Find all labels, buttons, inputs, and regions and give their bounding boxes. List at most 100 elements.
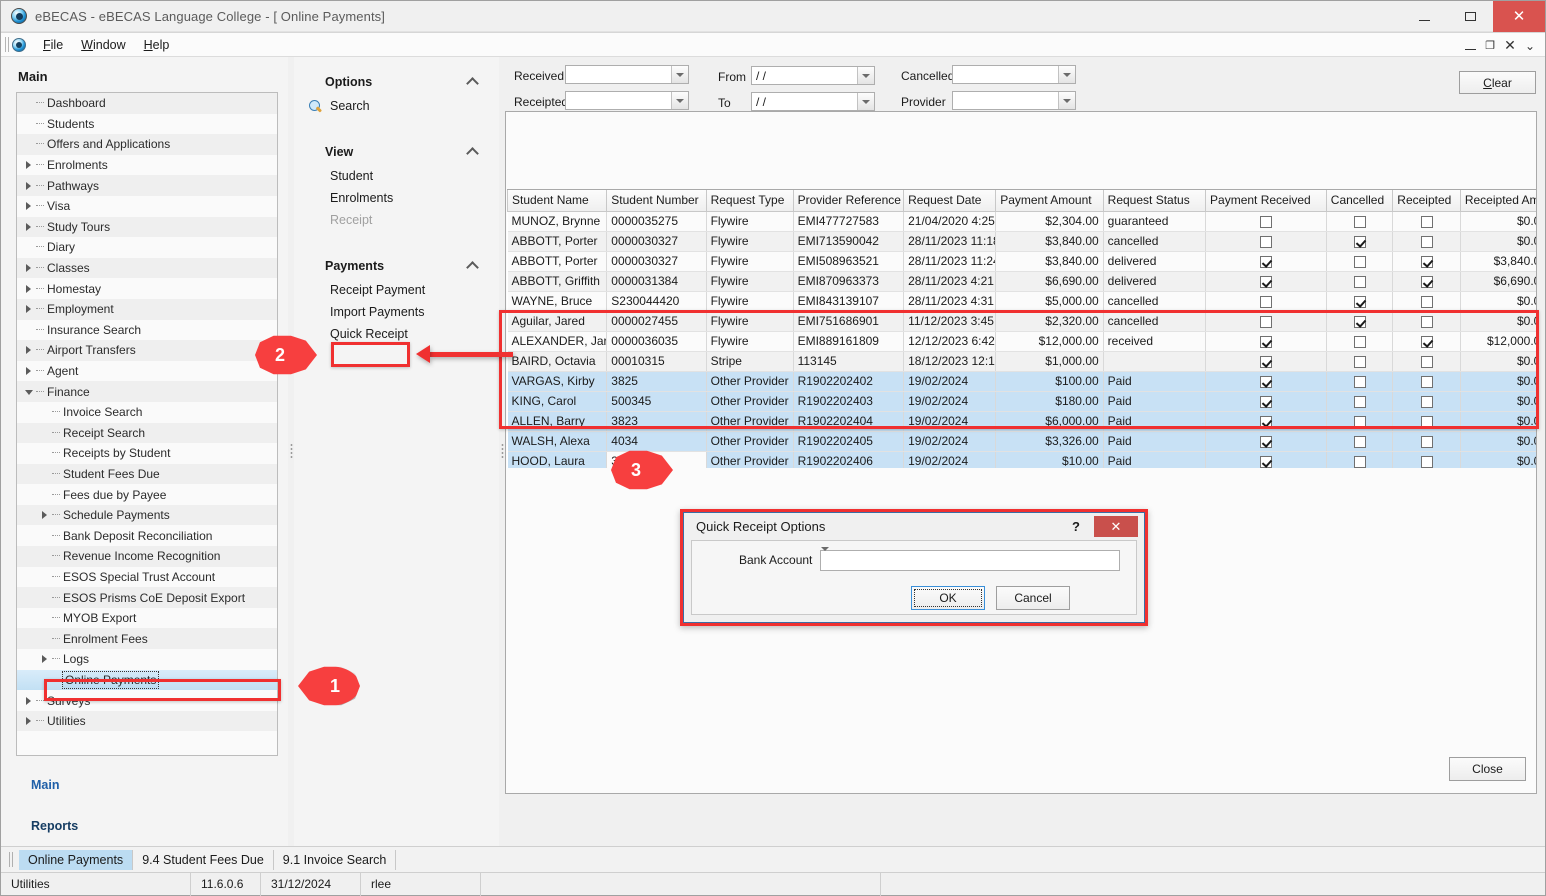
expand-arrow-icon[interactable] [23, 304, 34, 315]
option-link-quick-receipt[interactable]: Quick Receipt [294, 323, 499, 345]
payments-grid[interactable]: Student NameStudent NumberRequest TypePr… [507, 190, 1536, 468]
window-tab-9-1-invoice-search[interactable]: 9.1 Invoice Search [274, 850, 397, 870]
grid-cell-receipted[interactable] [1393, 351, 1461, 371]
grid-column-header[interactable]: Student Number [607, 190, 706, 211]
grid-cell-receipted[interactable] [1393, 311, 1461, 331]
grid-cell-cancelled[interactable] [1326, 291, 1393, 311]
nav-item-finance[interactable]: Finance [17, 381, 277, 402]
receipted-checkbox[interactable] [1421, 356, 1433, 368]
grid-cell-date[interactable]: 19/02/2024 [904, 391, 996, 411]
receipted-checkbox[interactable] [1421, 336, 1433, 348]
grid-cell-receipted[interactable] [1393, 431, 1461, 451]
nav-item-revenue-income-recognition[interactable]: Revenue Income Recognition [17, 546, 277, 567]
tab-strip-grip[interactable] [9, 852, 13, 867]
grid-cell-number[interactable]: 4034 [607, 431, 706, 451]
grid-cell-date[interactable]: 19/02/2024 [904, 451, 996, 468]
grid-cell-number[interactable]: 0000030327 [607, 231, 706, 251]
grid-cell-number[interactable]: 0000031384 [607, 271, 706, 291]
cancelled-combo[interactable] [952, 65, 1076, 84]
grid-cell-date[interactable]: 28/11/2023 4:31: [904, 291, 996, 311]
grid-cell-cancelled[interactable] [1326, 431, 1393, 451]
minimize-button[interactable] [1401, 1, 1447, 32]
grid-cell-amount[interactable]: $6,000.00 [996, 411, 1103, 431]
nav-item-homestay[interactable]: Homestay [17, 278, 277, 299]
received-combo[interactable] [565, 65, 689, 84]
dialog-help-button[interactable]: ? [1066, 517, 1086, 536]
from-date-combo[interactable]: / / [751, 66, 875, 85]
close-window-button[interactable]: ✕ [1493, 1, 1545, 32]
grid-cell-receipted-amount[interactable]: $0.00 [1460, 211, 1536, 231]
nav-item-esos-prisms-coe-deposit-export[interactable]: ESOS Prisms CoE Deposit Export [17, 587, 277, 608]
receipted-checkbox[interactable] [1421, 416, 1433, 428]
grid-cell-receipted-amount[interactable]: $0.00 [1460, 371, 1536, 391]
cancelled-checkbox[interactable] [1354, 316, 1366, 328]
dialog-close-button[interactable]: ✕ [1094, 516, 1138, 537]
grid-cell-type[interactable]: Flywire [706, 271, 793, 291]
nav-item-bank-deposit-reconciliation[interactable]: Bank Deposit Reconciliation [17, 525, 277, 546]
payment-received-checkbox[interactable] [1260, 436, 1272, 448]
menu-drag-grip[interactable] [5, 37, 9, 52]
grid-cell-name[interactable]: WAYNE, Bruce [508, 291, 607, 311]
grid-cell-cancelled[interactable] [1326, 391, 1393, 411]
nav-item-student-fees-due[interactable]: Student Fees Due [17, 464, 277, 485]
grid-cell-date[interactable]: 28/11/2023 4:21: [904, 271, 996, 291]
cancelled-combo-arrow[interactable] [1058, 66, 1075, 83]
to-date-arrow[interactable] [857, 93, 874, 110]
grid-cell-payment-received[interactable] [1206, 211, 1327, 231]
grid-cell-number[interactable]: 0000027455 [607, 311, 706, 331]
grid-column-header[interactable]: Payment Received [1206, 190, 1327, 211]
grid-cell-amount[interactable]: $100.00 [996, 371, 1103, 391]
grid-cell-number[interactable]: S230044420 [607, 291, 706, 311]
close-button[interactable]: Close [1449, 757, 1526, 781]
grid-cell-cancelled[interactable] [1326, 231, 1393, 251]
cancelled-checkbox[interactable] [1354, 236, 1366, 248]
grid-cell-cancelled[interactable] [1326, 211, 1393, 231]
grid-cell-status[interactable]: delivered [1103, 271, 1205, 291]
grid-cell-number[interactable]: 500345 [607, 391, 706, 411]
grid-cell-ref[interactable]: EMI843139107 [793, 291, 904, 311]
receipted-checkbox[interactable] [1421, 456, 1433, 468]
grid-cell-payment-received[interactable] [1206, 431, 1327, 451]
grid-cell-status[interactable]: Paid [1103, 371, 1205, 391]
grid-cell-name[interactable]: ABBOTT, Porter [508, 231, 607, 251]
receipted-checkbox[interactable] [1421, 296, 1433, 308]
grid-column-header[interactable]: Payment Amount [996, 190, 1103, 211]
grid-cell-payment-received[interactable] [1206, 451, 1327, 468]
mdi-restore-button[interactable]: ❐ [1481, 36, 1499, 56]
nav-item-online-payments[interactable]: Online Payments [17, 670, 277, 691]
nav-item-diary[interactable]: Diary [17, 237, 277, 258]
received-combo-arrow[interactable] [671, 66, 688, 83]
grid-row[interactable]: MUNOZ, Brynne0000035275FlywireEMI4777275… [508, 211, 1537, 231]
grid-cell-type[interactable]: Flywire [706, 231, 793, 251]
grid-cell-ref[interactable]: EMI713590042 [793, 231, 904, 251]
grid-cell-type[interactable]: Other Provider [706, 431, 793, 451]
grid-cell-receipted-amount[interactable]: $0.00 [1460, 351, 1536, 371]
ok-button[interactable]: OK [911, 586, 985, 610]
cancelled-checkbox[interactable] [1354, 396, 1366, 408]
grid-cell-status[interactable]: delivered [1103, 251, 1205, 271]
grid-cell-ref[interactable]: R1902202402 [793, 371, 904, 391]
payment-received-checkbox[interactable] [1260, 256, 1272, 268]
expand-arrow-icon[interactable] [23, 180, 34, 191]
cancelled-checkbox[interactable] [1354, 356, 1366, 368]
payments-grid-container[interactable]: Student NameStudent NumberRequest TypePr… [507, 189, 1536, 468]
grid-cell-status[interactable]: received [1103, 331, 1205, 351]
nav-item-agent[interactable]: Agent [17, 361, 277, 382]
receipted-checkbox[interactable] [1421, 436, 1433, 448]
grid-cell-ref[interactable]: R1902202403 [793, 391, 904, 411]
grid-column-header[interactable]: Request Status [1103, 190, 1205, 211]
grid-cell-status[interactable] [1103, 351, 1205, 371]
grid-cell-cancelled[interactable] [1326, 371, 1393, 391]
grid-row[interactable]: Aguilar, Jared0000027455FlywireEMI751686… [508, 311, 1537, 331]
nav-item-schedule-payments[interactable]: Schedule Payments [17, 505, 277, 526]
grid-cell-ref[interactable]: EMI508963521 [793, 251, 904, 271]
grid-cell-status[interactable]: Paid [1103, 451, 1205, 468]
nav-item-invoice-search[interactable]: Invoice Search [17, 402, 277, 423]
expand-arrow-icon[interactable] [23, 695, 34, 706]
mdi-more-button[interactable]: ⌄ [1521, 36, 1539, 56]
cancelled-checkbox[interactable] [1354, 436, 1366, 448]
grid-cell-receipted-amount[interactable]: $3,840.00 [1460, 251, 1536, 271]
grid-cell-name[interactable]: MUNOZ, Brynne [508, 211, 607, 231]
grid-cell-receipted[interactable] [1393, 271, 1461, 291]
receipted-checkbox[interactable] [1421, 256, 1433, 268]
